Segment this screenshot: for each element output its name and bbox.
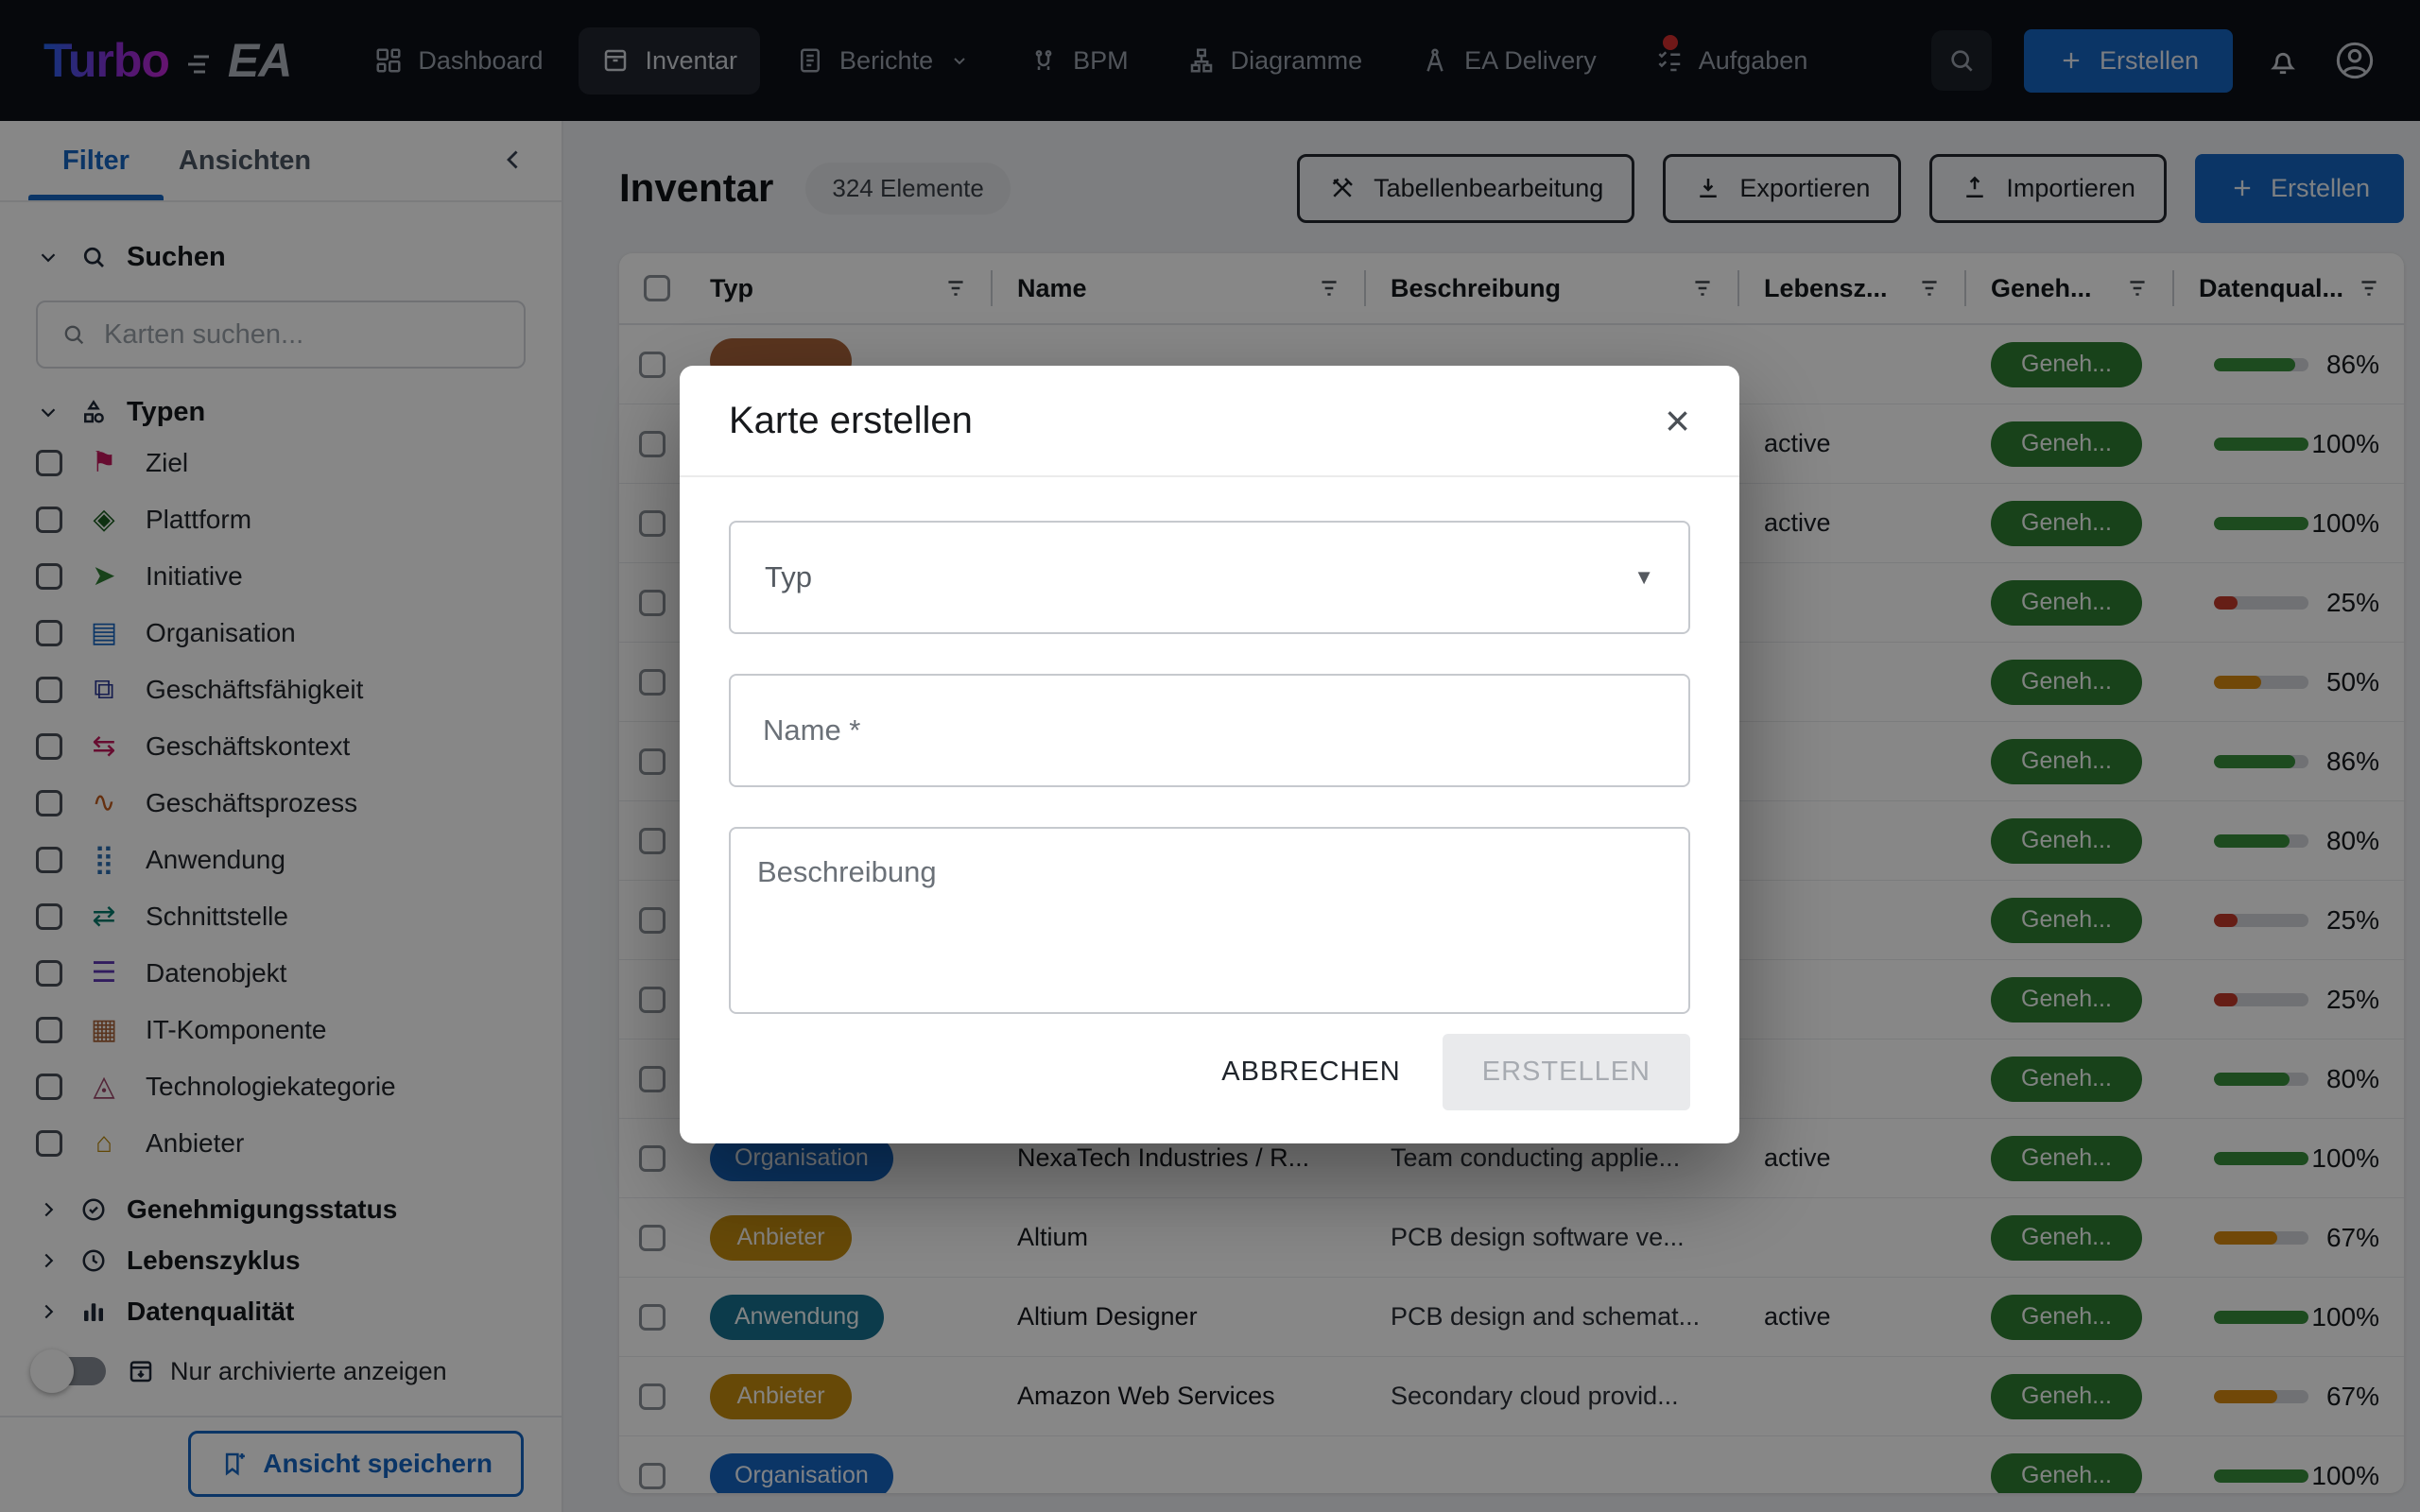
dropdown-caret-icon: ▼ [1634,565,1654,590]
cancel-button[interactable]: ABBRECHEN [1221,1057,1401,1088]
name-input[interactable] [736,713,1683,747]
description-textarea[interactable] [736,834,1683,1006]
description-field-wrap [729,827,1690,1014]
name-field-wrap [729,674,1690,787]
close-icon[interactable]: × [1665,399,1690,442]
modal-title: Karte erstellen [729,400,973,442]
type-select[interactable]: Typ ▼ [729,521,1690,634]
submit-button[interactable]: ERSTELLEN [1443,1034,1690,1110]
create-card-modal: Karte erstellen × Typ ▼ ABBRECHEN ERSTEL… [680,366,1739,1143]
